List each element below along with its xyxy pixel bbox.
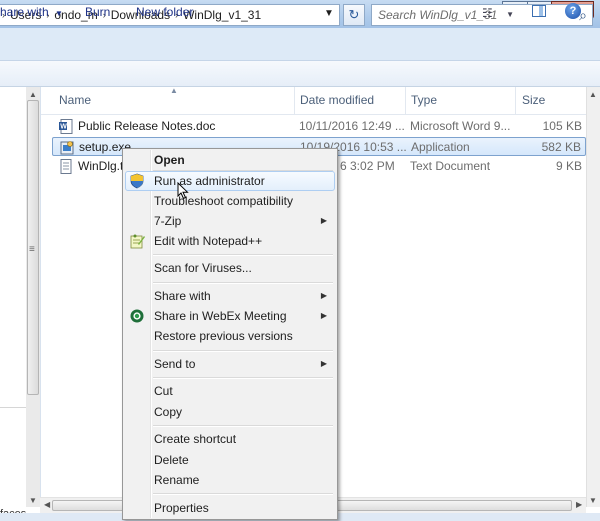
column-header-size[interactable]: Size bbox=[522, 93, 545, 107]
menu-separator bbox=[153, 254, 333, 256]
menu-item-label: Create shortcut bbox=[154, 432, 237, 446]
column-header-date[interactable]: Date modified bbox=[300, 93, 374, 107]
search-placeholder: Search WinDlg_v1_31 bbox=[378, 8, 498, 22]
menu-separator bbox=[153, 282, 333, 284]
menu-item-open[interactable]: Open bbox=[125, 150, 335, 170]
menu-item-edit-with-notepad-plus-plus[interactable]: Edit with Notepad++ bbox=[125, 231, 335, 251]
menu-item-scan-for-viruses[interactable]: Scan for Viruses... bbox=[125, 258, 335, 278]
file-type: Text Document bbox=[410, 159, 491, 173]
menu-separator bbox=[153, 425, 333, 427]
menu-item-properties[interactable]: Properties bbox=[125, 498, 335, 518]
file-size: 582 KB bbox=[541, 140, 581, 154]
sort-ascending-icon: ▲ bbox=[170, 86, 178, 95]
menu-item-label: Rename bbox=[154, 473, 200, 487]
file-type: Microsoft Word 9... bbox=[410, 119, 511, 133]
nav-divider bbox=[0, 407, 26, 408]
help-icon[interactable]: ? bbox=[565, 3, 581, 19]
uac-shield-icon bbox=[130, 173, 144, 189]
file-date: 10/11/2016 12:49 ... bbox=[299, 119, 405, 133]
submenu-arrow-icon: ▶ bbox=[320, 291, 327, 300]
address-row bbox=[0, 28, 600, 61]
chevron-down-icon: ▼ bbox=[506, 10, 515, 19]
installer-icon bbox=[60, 141, 74, 155]
menu-item-label: Open bbox=[154, 153, 185, 167]
menu-item-label: 7-Zip bbox=[154, 214, 182, 228]
menu-item-delete[interactable]: Delete bbox=[125, 450, 335, 470]
menu-item-send-to[interactable]: Send to ▶ bbox=[125, 354, 335, 374]
scroll-up-arrow-icon[interactable]: ▲ bbox=[589, 90, 597, 99]
menu-item-label: Edit with Notepad++ bbox=[154, 234, 263, 248]
file-row[interactable]: W Public Release Notes.doc 10/11/2016 12… bbox=[52, 117, 586, 136]
svg-text:W: W bbox=[60, 124, 67, 131]
menu-item-7-zip[interactable]: 7-Zip ▶ bbox=[125, 211, 335, 231]
menu-item-restore-previous-versions[interactable]: Restore previous versions bbox=[125, 326, 335, 346]
menu-item-label: Restore previous versions bbox=[154, 329, 293, 343]
menu-item-label: Scan for Viruses... bbox=[154, 261, 252, 275]
menu-item-label: Run as administrator bbox=[154, 174, 265, 188]
submenu-arrow-icon: ▶ bbox=[320, 216, 327, 225]
menu-item-label: Cut bbox=[154, 384, 173, 398]
menu-item-label: Troubleshoot compatibility bbox=[154, 194, 293, 208]
text-file-icon bbox=[60, 159, 72, 174]
menu-item-label: Share with bbox=[154, 289, 211, 303]
menu-item-cut[interactable]: Cut bbox=[125, 381, 335, 401]
share-with-label: hare with bbox=[0, 5, 49, 19]
file-list-vertical-scrollbar[interactable] bbox=[586, 87, 600, 507]
word-doc-icon: W bbox=[59, 119, 73, 134]
file-name: Public Release Notes.doc bbox=[78, 119, 216, 133]
file-date: 6 3:02 PM bbox=[340, 159, 395, 173]
menu-item-share-with[interactable]: Share with ▶ bbox=[125, 286, 335, 306]
command-toolbar bbox=[0, 61, 600, 87]
file-size: 9 KB bbox=[555, 159, 582, 173]
chevron-down-icon: ▼ bbox=[55, 9, 63, 18]
refresh-button[interactable]: ↻ bbox=[343, 4, 365, 26]
scroll-down-arrow-icon[interactable]: ▼ bbox=[29, 496, 37, 505]
refresh-icon: ↻ bbox=[348, 7, 360, 22]
column-divider[interactable] bbox=[294, 87, 295, 114]
menu-separator bbox=[153, 493, 333, 495]
column-header-name[interactable]: Name bbox=[59, 93, 91, 107]
change-view-button[interactable]: ☷ ▼ bbox=[482, 6, 514, 20]
scroll-left-arrow-icon[interactable]: ◀ bbox=[44, 500, 50, 509]
column-divider[interactable] bbox=[515, 87, 516, 114]
menu-item-copy[interactable]: Copy bbox=[125, 402, 335, 422]
scroll-down-arrow-icon[interactable]: ▼ bbox=[589, 496, 597, 505]
column-divider[interactable] bbox=[405, 87, 406, 114]
webex-icon bbox=[130, 309, 144, 323]
menu-item-label: Delete bbox=[154, 453, 189, 467]
menu-item-troubleshoot-compatibility[interactable]: Troubleshoot compatibility bbox=[125, 191, 335, 211]
notepad-plus-plus-icon bbox=[130, 234, 145, 249]
submenu-arrow-icon: ▶ bbox=[320, 359, 327, 368]
menu-item-share-in-webex-meeting[interactable]: Share in WebEx Meeting ▶ bbox=[125, 306, 335, 326]
menu-item-create-shortcut[interactable]: Create shortcut bbox=[125, 429, 335, 449]
scroll-grip-icon: ≡ bbox=[29, 244, 35, 255]
menu-item-label: Send to bbox=[154, 357, 196, 371]
views-icon: ☷ bbox=[482, 6, 493, 20]
mouse-cursor-icon bbox=[177, 182, 189, 200]
share-with-button[interactable]: hare with ▼ bbox=[0, 5, 63, 19]
burn-button[interactable]: Burn bbox=[85, 5, 110, 19]
scroll-up-arrow-icon[interactable]: ▲ bbox=[29, 90, 37, 99]
menu-item-label: Properties bbox=[154, 501, 209, 515]
column-header-type[interactable]: Type bbox=[411, 93, 437, 107]
submenu-arrow-icon: ▶ bbox=[320, 311, 327, 320]
address-history-dropdown-icon[interactable]: ▼ bbox=[324, 8, 334, 19]
scroll-right-arrow-icon[interactable]: ▶ bbox=[576, 500, 582, 509]
menu-separator bbox=[153, 350, 333, 352]
menu-item-run-as-administrator[interactable]: Run as administrator bbox=[125, 171, 335, 191]
new-folder-button[interactable]: New folder bbox=[136, 5, 193, 19]
menu-separator bbox=[153, 377, 333, 379]
file-size: 105 KB bbox=[542, 119, 582, 133]
preview-pane-icon[interactable] bbox=[532, 5, 546, 17]
menu-item-label: Share in WebEx Meeting bbox=[154, 309, 287, 323]
menu-item-label: Copy bbox=[154, 405, 183, 419]
file-type: Application bbox=[411, 140, 470, 154]
menu-item-rename[interactable]: Rename bbox=[125, 470, 335, 490]
